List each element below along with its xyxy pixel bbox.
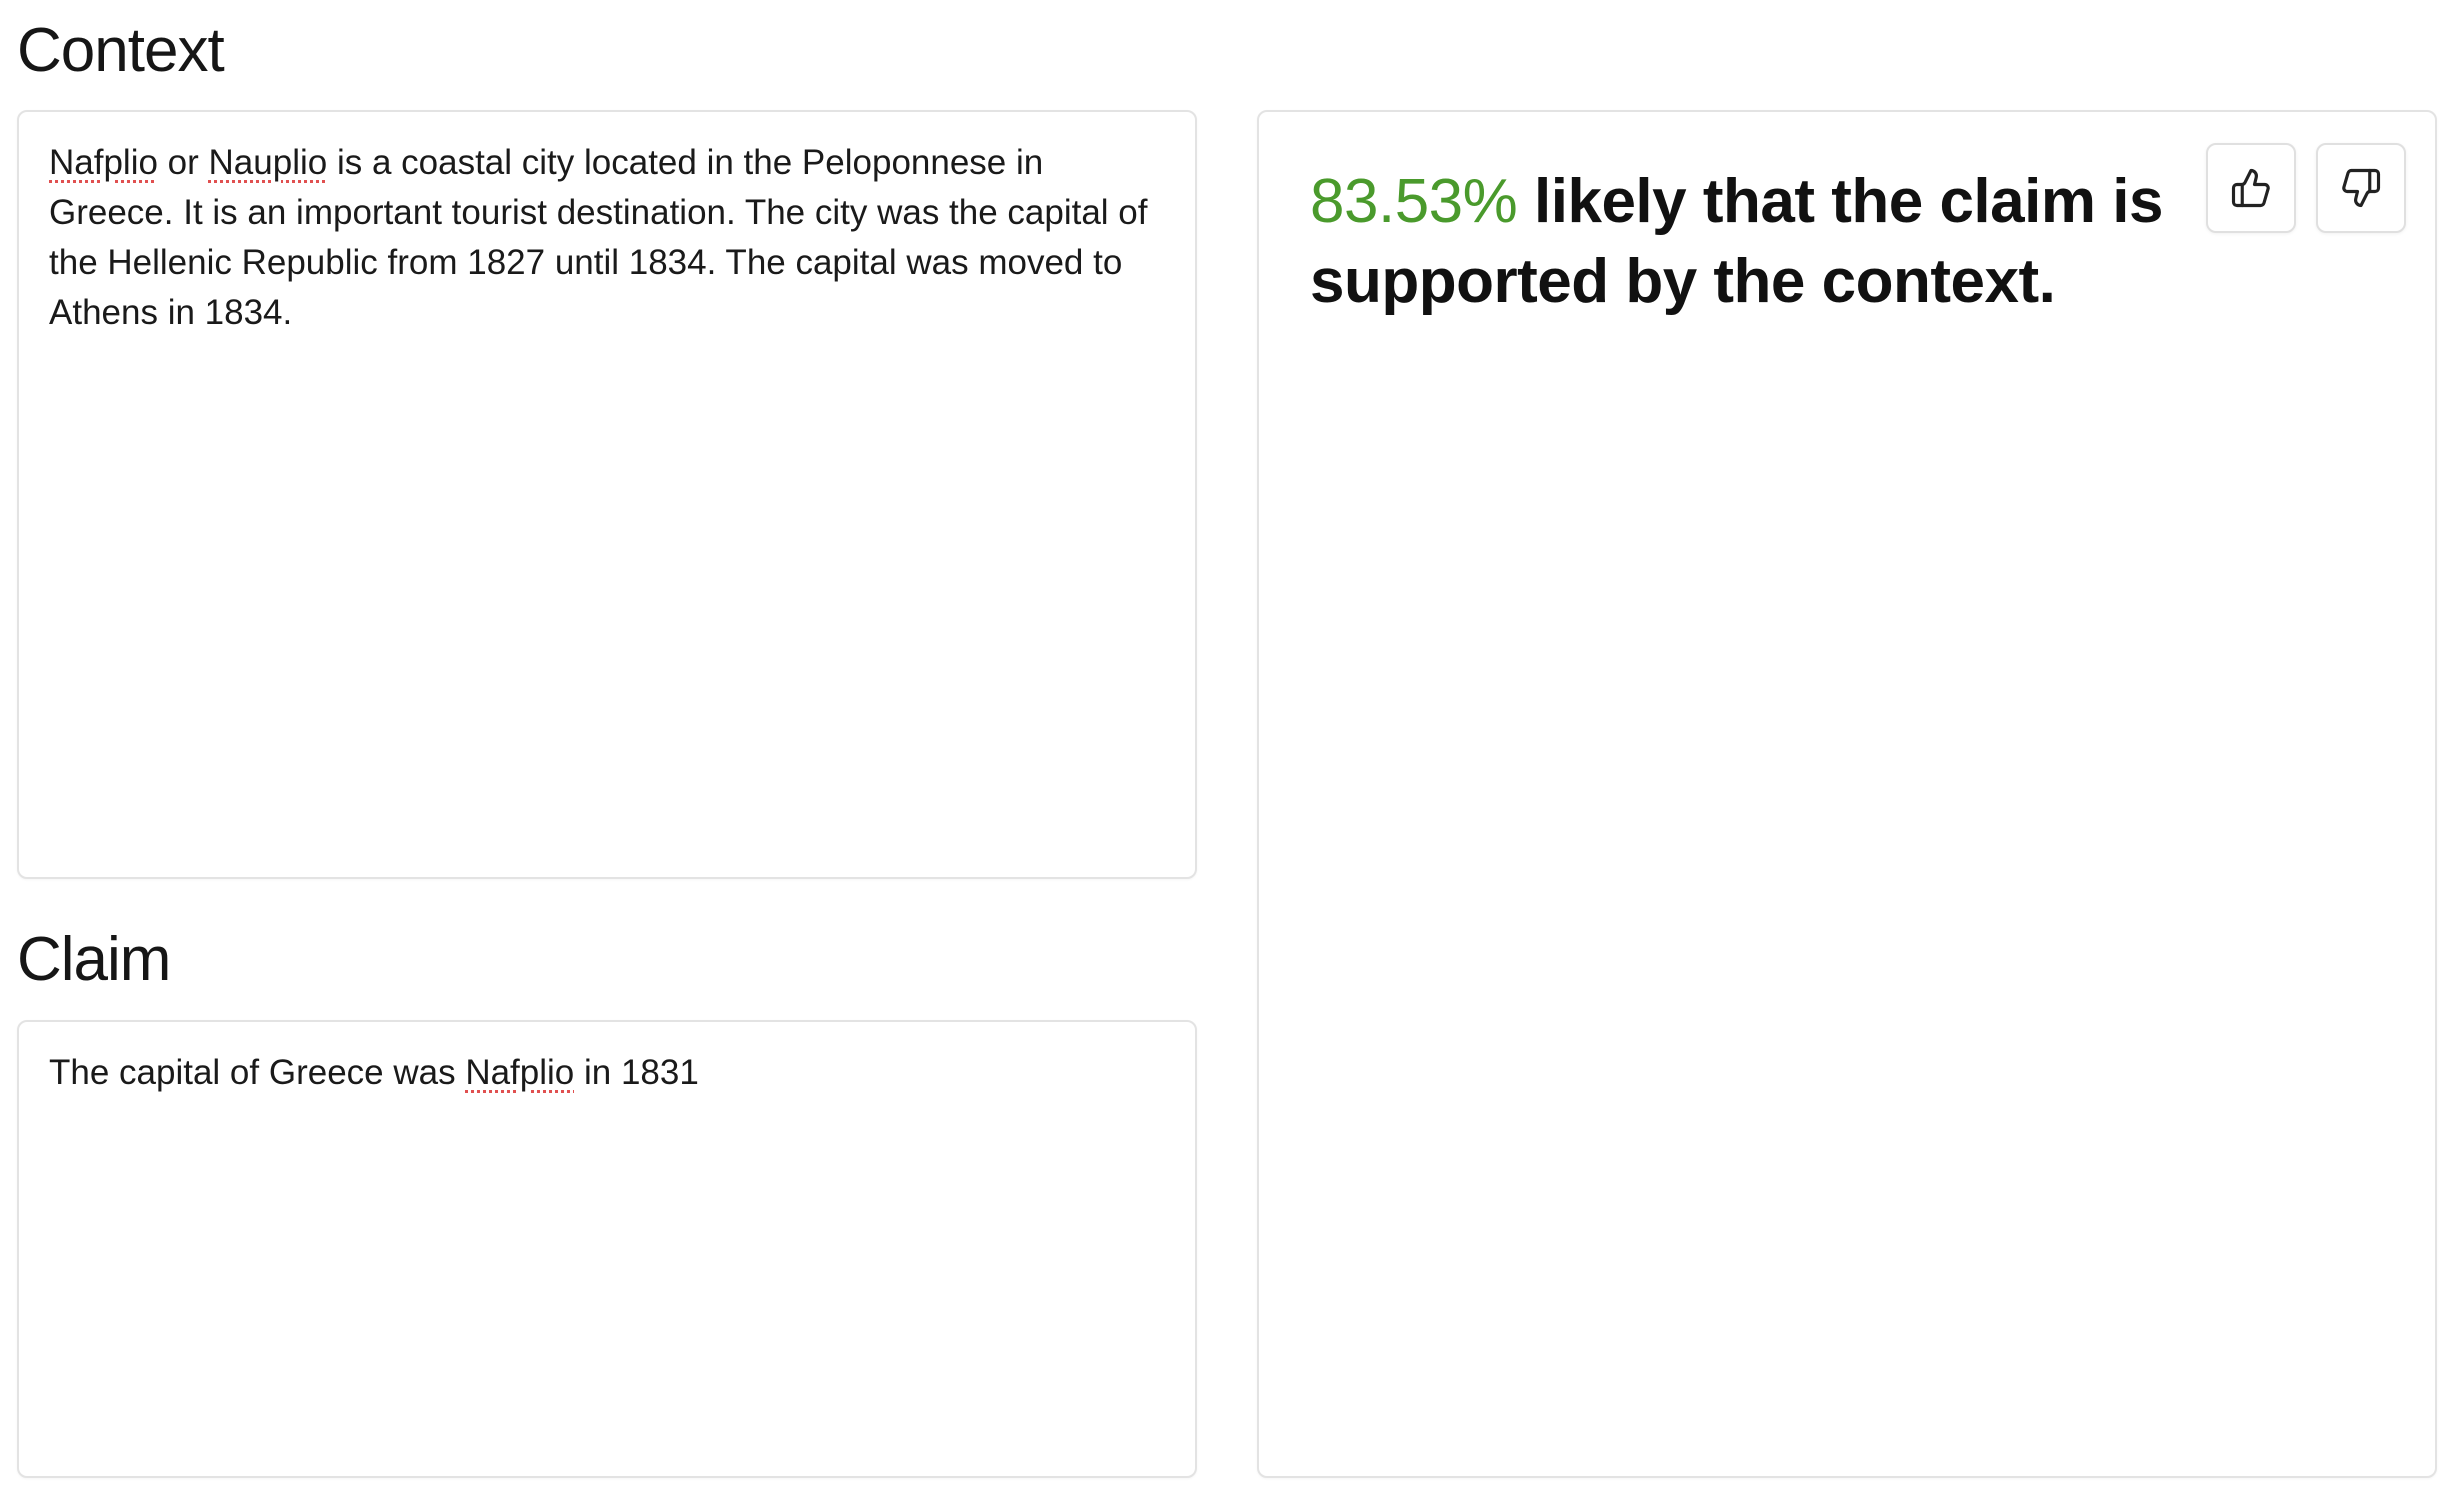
result-message: 83.53% likely that the claim is supporte… bbox=[1310, 162, 2170, 322]
thumbs-down-icon bbox=[2342, 168, 2381, 208]
thumbs-up-icon bbox=[2231, 168, 2270, 208]
thumbs-down-button[interactable] bbox=[2316, 143, 2406, 233]
claim-textarea[interactable]: The capital of Greece was Nafplio in 183… bbox=[17, 1020, 1197, 1478]
context-heading: Context bbox=[17, 16, 225, 85]
result-panel: 83.53% likely that the claim is supporte… bbox=[1257, 110, 2437, 1478]
page: Context Nafplio or Nauplio is a coastal … bbox=[0, 0, 2454, 1512]
probability-value: 83.53% bbox=[1310, 167, 1518, 236]
context-text: or bbox=[157, 143, 209, 182]
spellcheck-word: Nafplio bbox=[49, 143, 158, 182]
claim-text: in 1831 bbox=[574, 1053, 699, 1092]
context-textarea[interactable]: Nafplio or Nauplio is a coastal city loc… bbox=[17, 110, 1197, 879]
claim-text: The capital of Greece was bbox=[49, 1053, 466, 1092]
spellcheck-word: Nauplio bbox=[208, 143, 328, 182]
thumbs-up-button[interactable] bbox=[2206, 143, 2296, 233]
spellcheck-word: Nafplio bbox=[465, 1053, 575, 1092]
claim-heading: Claim bbox=[17, 925, 171, 994]
